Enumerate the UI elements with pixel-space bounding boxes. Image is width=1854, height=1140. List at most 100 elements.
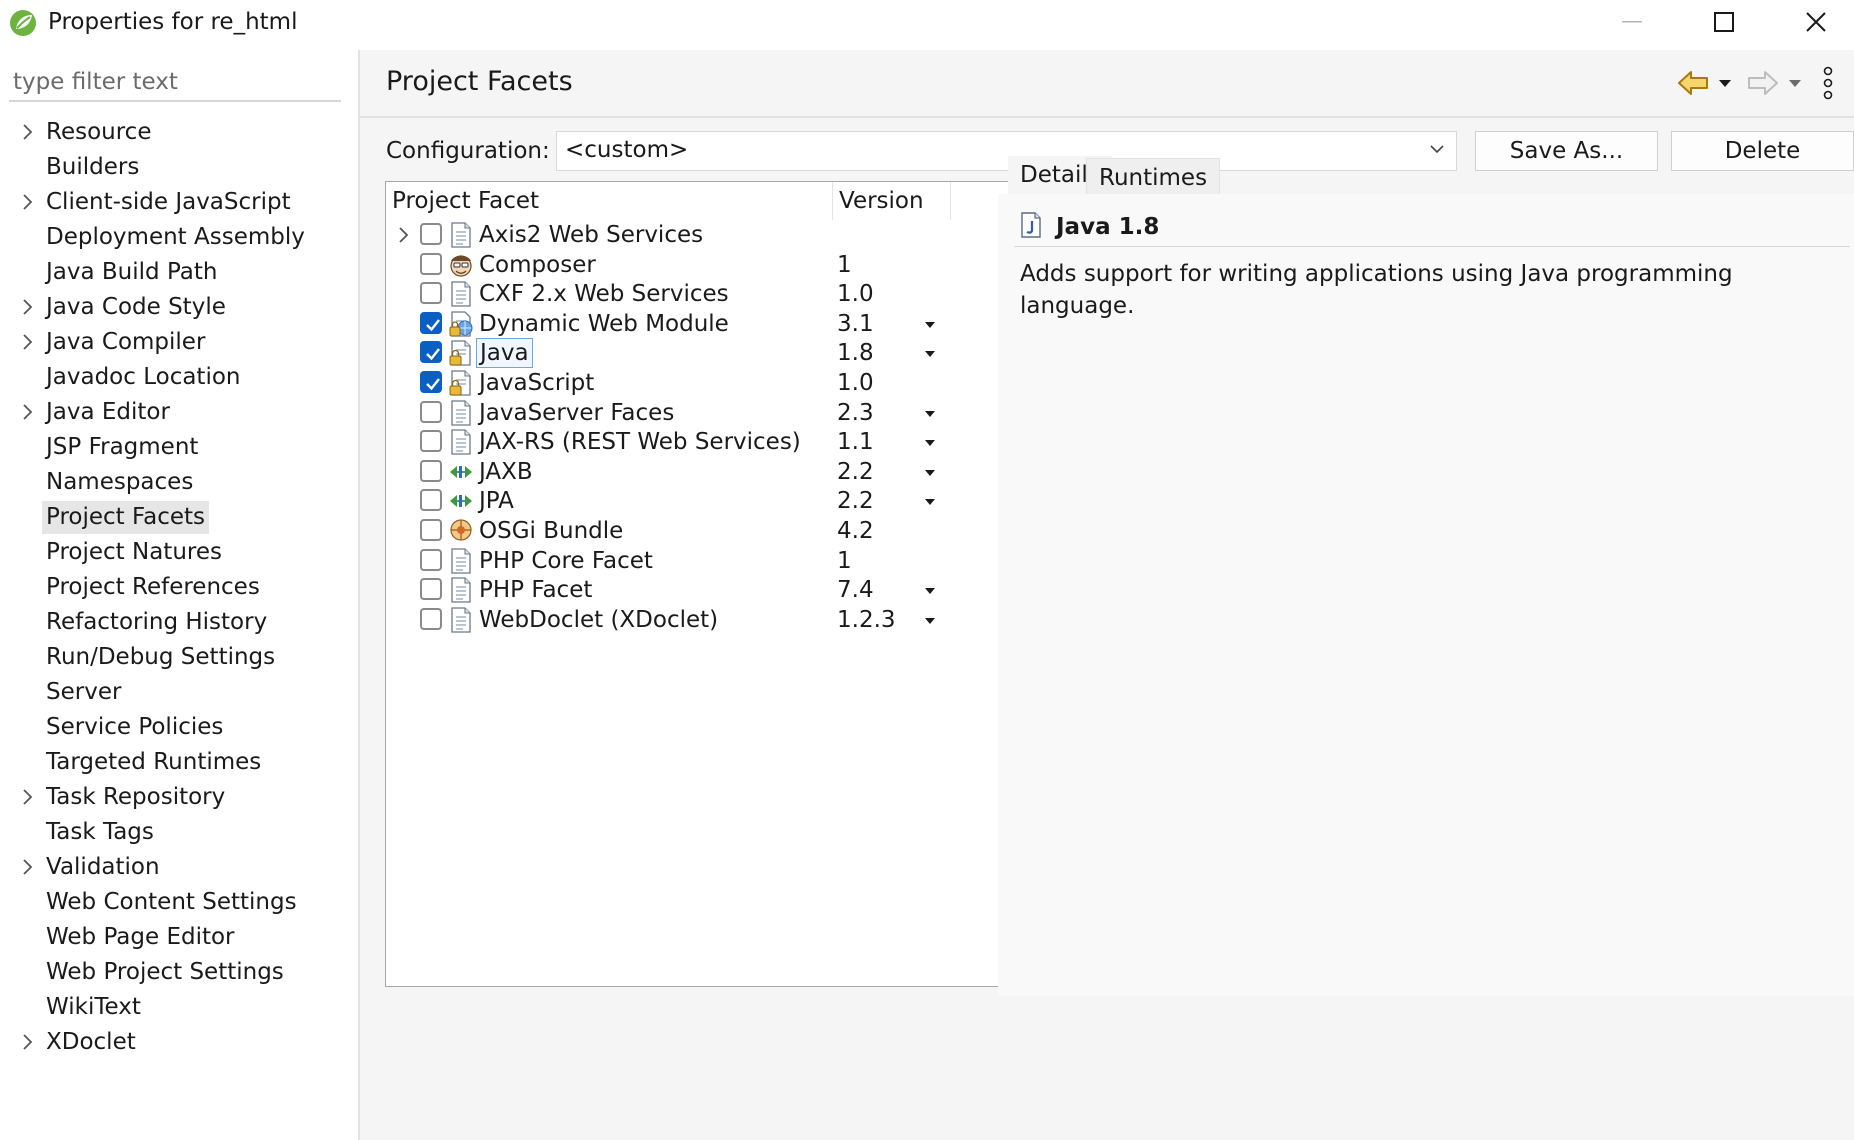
facet-version[interactable]: 1.8 (837, 338, 874, 368)
facet-name: JAXB (479, 458, 533, 485)
sidebar-item-java-editor[interactable]: Java Editor (0, 395, 358, 430)
close-button[interactable] (1770, 0, 1854, 44)
view-menu-icon[interactable] (1820, 64, 1836, 102)
sidebar-item-label: Java Code Style (46, 294, 226, 320)
column-header-version[interactable]: Version (833, 182, 951, 220)
facet-name: Java (476, 338, 533, 369)
facet-version[interactable]: 1.2.3 (837, 605, 896, 635)
tab-runtimes[interactable]: Runtimes (1086, 158, 1221, 196)
sidebar-item-project-references[interactable]: Project References (0, 570, 358, 605)
sidebar-item-run-debug-settings[interactable]: Run/Debug Settings (0, 640, 358, 675)
sidebar-item-web-project-settings[interactable]: Web Project Settings (0, 955, 358, 990)
sidebar-item-service-policies[interactable]: Service Policies (0, 710, 358, 745)
facet-checkbox[interactable] (420, 430, 442, 453)
facet-checkbox[interactable] (420, 607, 442, 630)
document-icon (451, 222, 471, 248)
facet-row-cxf-2-x-web-services[interactable]: CXF 2.x Web Services 1.0 (386, 279, 1052, 309)
sidebar-item-task-tags[interactable]: Task Tags (0, 815, 358, 850)
facet-name: PHP Facet (479, 577, 593, 604)
version-dropdown-icon[interactable] (924, 349, 936, 359)
version-dropdown-icon[interactable] (924, 468, 936, 478)
facet-checkbox[interactable] (420, 578, 442, 601)
facet-version[interactable]: 7.4 (837, 575, 874, 605)
facet-row-jpa[interactable]: JPA 2.2 (386, 486, 1052, 516)
facet-row-composer[interactable]: Composer 1 (386, 250, 1052, 280)
sidebar-item-builders[interactable]: Builders (0, 150, 358, 185)
facet-checkbox[interactable] (420, 341, 442, 364)
facet-checkbox[interactable] (420, 519, 442, 541)
facet-row-jaxb[interactable]: JAXB 2.2 (386, 457, 1052, 487)
sidebar-item-java-build-path[interactable]: Java Build Path (0, 255, 358, 290)
forward-history-dropdown-icon[interactable] (1786, 66, 1804, 100)
sidebar-item-jsp-fragment[interactable]: JSP Fragment (0, 430, 358, 465)
configuration-value: <custom> (565, 137, 689, 163)
configuration-select[interactable]: <custom> (556, 131, 1457, 171)
facet-row-javascript[interactable]: JavaScript 1.0 (386, 368, 1052, 398)
maximize-button[interactable] (1678, 0, 1770, 44)
version-dropdown-icon[interactable] (924, 586, 936, 596)
sidebar-item-client-side-javascript[interactable]: Client-side JavaScript (0, 185, 358, 220)
facet-checkbox[interactable] (420, 282, 442, 305)
facet-row-php-facet[interactable]: PHP Facet 7.4 (386, 575, 1052, 605)
sidebar-item-java-compiler[interactable]: Java Compiler (0, 325, 358, 360)
binding-arrows-icon (450, 495, 472, 508)
facet-checkbox[interactable] (420, 489, 442, 512)
sidebar-item-validation[interactable]: Validation (0, 850, 358, 885)
facet-checkbox[interactable] (420, 252, 442, 275)
sidebar-item-refactoring-history[interactable]: Refactoring History (0, 605, 358, 640)
sidebar-item-web-page-editor[interactable]: Web Page Editor (0, 920, 358, 955)
sidebar-item-resource[interactable]: Resource (0, 115, 358, 150)
facet-row-dynamic-web-module[interactable]: Dynamic Web Module 3.1 (386, 309, 1052, 339)
spring-leaf-icon (10, 10, 36, 36)
sidebar-item-task-repository[interactable]: Task Repository (0, 780, 358, 815)
facet-version[interactable]: 3.1 (837, 309, 874, 339)
facet-row-php-core-facet[interactable]: PHP Core Facet 1 (386, 546, 1052, 576)
version-dropdown-icon[interactable] (924, 409, 936, 419)
back-history-dropdown-icon[interactable] (1716, 66, 1734, 100)
facet-version[interactable]: 2.2 (837, 457, 874, 487)
version-dropdown-icon[interactable] (924, 438, 936, 448)
web-module-icon (449, 311, 473, 337)
delete-button[interactable]: Delete (1671, 131, 1854, 171)
facet-checkbox[interactable] (420, 311, 442, 334)
version-dropdown-icon[interactable] (924, 320, 936, 330)
sidebar-item-javadoc-location[interactable]: Javadoc Location (0, 360, 358, 395)
facet-row-webdoclet-xdoclet[interactable]: WebDoclet (XDoclet) 1.2.3 (386, 605, 1052, 635)
facet-row-jax-rs-rest-web-services[interactable]: JAX-RS (REST Web Services) 1.1 (386, 427, 1052, 457)
forward-arrow-icon[interactable] (1746, 66, 1780, 100)
sidebar-item-label: Targeted Runtimes (46, 749, 262, 775)
facet-row-javaserver-faces[interactable]: JavaServer Faces 2.3 (386, 398, 1052, 428)
sidebar-item-label: JSP Fragment (46, 434, 199, 460)
sidebar-item-xdoclet[interactable]: XDoclet (0, 1025, 358, 1060)
facet-checkbox[interactable] (420, 400, 442, 423)
sidebar-item-targeted-runtimes[interactable]: Targeted Runtimes (0, 745, 358, 780)
facet-row-axis2-web-services[interactable]: Axis2 Web Services (386, 220, 1052, 250)
sidebar-item-java-code-style[interactable]: Java Code Style (0, 290, 358, 325)
sidebar-item-project-facets[interactable]: Project Facets (0, 500, 358, 535)
sidebar-item-project-natures[interactable]: Project Natures (0, 535, 358, 570)
facet-checkbox[interactable] (420, 459, 442, 482)
sidebar-item-wikitext[interactable]: WikiText (0, 990, 358, 1025)
facet-version[interactable]: 1.1 (837, 427, 874, 457)
minimize-button[interactable] (1586, 0, 1678, 44)
facet-row-java[interactable]: Java 1.8 (386, 338, 1052, 369)
chevron-right-icon[interactable] (396, 226, 410, 244)
filter-input[interactable] (9, 64, 341, 102)
sidebar-item-deployment-assembly[interactable]: Deployment Assembly (0, 220, 358, 255)
back-arrow-icon[interactable] (1676, 66, 1710, 100)
version-dropdown-icon[interactable] (924, 616, 936, 626)
facet-checkbox[interactable] (420, 548, 442, 571)
sidebar-item-label: Resource (46, 119, 152, 145)
facet-checkbox[interactable] (420, 223, 442, 245)
facet-row-osgi-bundle[interactable]: OSGi Bundle 4.2 (386, 516, 1052, 546)
save-as-button[interactable]: Save As... (1475, 131, 1658, 171)
sidebar-item-namespaces[interactable]: Namespaces (0, 465, 358, 500)
sidebar-item-web-content-settings[interactable]: Web Content Settings (0, 885, 358, 920)
facet-version[interactable]: 2.3 (837, 398, 874, 428)
sidebar-item-label: Java Editor (46, 399, 170, 425)
column-header-project-facet[interactable]: Project Facet (386, 182, 833, 220)
facet-checkbox[interactable] (420, 371, 442, 393)
version-dropdown-icon[interactable] (924, 497, 936, 507)
sidebar-item-server[interactable]: Server (0, 675, 358, 710)
facet-version[interactable]: 2.2 (837, 486, 874, 516)
